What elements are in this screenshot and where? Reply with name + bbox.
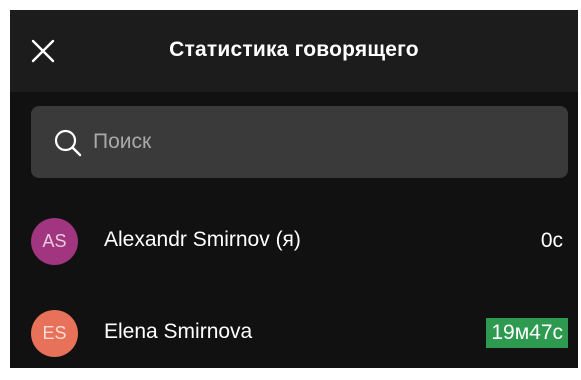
- header-bar: Статистика говорящего: [10, 10, 578, 92]
- search-input[interactable]: [93, 106, 553, 178]
- participant-name: Alexandr Smirnov (я): [104, 228, 301, 251]
- avatar: ES: [31, 310, 78, 357]
- avatar: AS: [31, 218, 78, 265]
- search-icon: [54, 129, 82, 157]
- page-title: Статистика говорящего: [169, 38, 419, 61]
- search-box[interactable]: [31, 106, 568, 178]
- speaking-duration: 19м47с: [486, 318, 568, 348]
- speaker-stats-panel: Статистика говорящего AS Alexandr Smirno…: [10, 10, 578, 368]
- speaking-duration: 0с: [540, 229, 563, 252]
- participant-row[interactable]: ES Elena Smirnova 19м47с: [10, 298, 578, 366]
- participant-name: Elena Smirnova: [104, 320, 253, 343]
- participant-row[interactable]: AS Alexandr Smirnov (я) 0с: [10, 206, 578, 274]
